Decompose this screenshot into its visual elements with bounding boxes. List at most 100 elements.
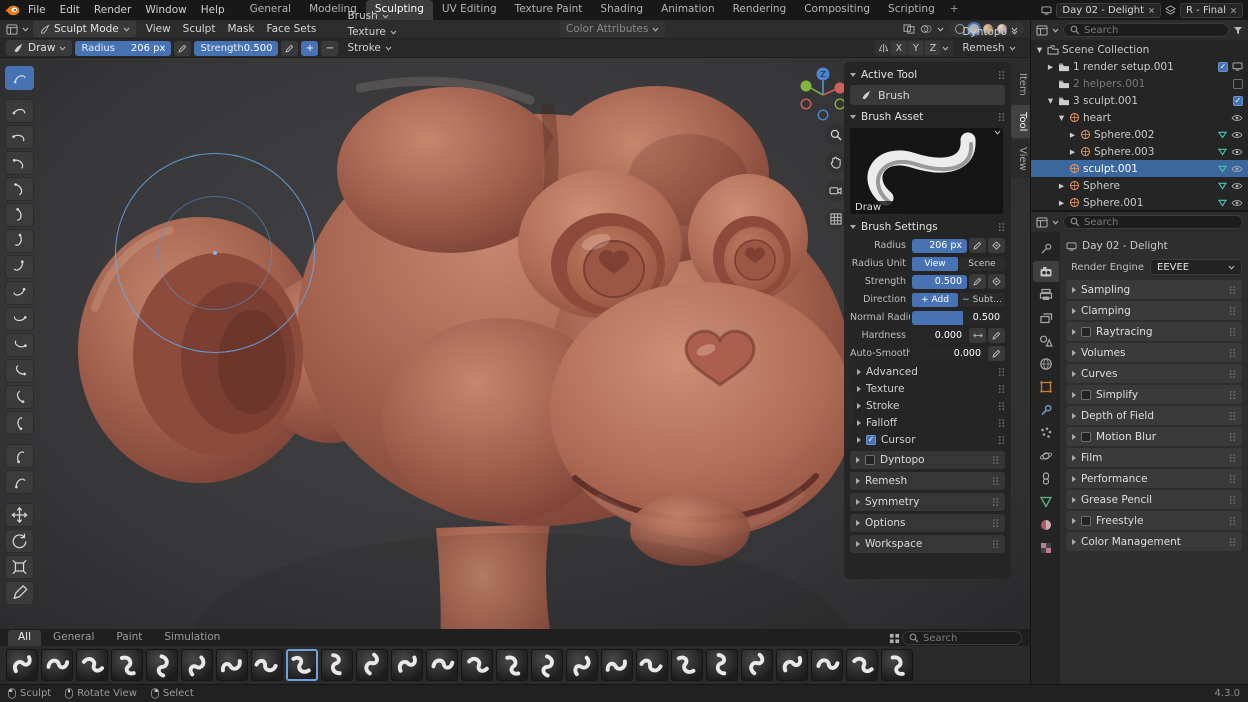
viewport-menu-sculpt[interactable]: Sculpt	[177, 22, 222, 36]
brush-thumbnail-9[interactable]	[286, 649, 318, 681]
drag-grip-icon[interactable]	[1229, 306, 1236, 316]
subsection-falloff[interactable]: Falloff	[850, 414, 1005, 431]
workspace-tab-compositing[interactable]: Compositing	[795, 0, 879, 20]
properties-section-raytracing[interactable]: Raytracing	[1066, 322, 1242, 341]
radius-slider[interactable]: Radius 206 px	[75, 41, 171, 56]
drag-grip-icon[interactable]	[992, 476, 999, 486]
section-brush-settings[interactable]: Brush Settings	[850, 218, 1005, 236]
properties-section-simplify[interactable]: Simplify	[1066, 385, 1242, 404]
brush-thumbnail-14[interactable]	[461, 649, 493, 681]
option-add[interactable]: + Add	[912, 293, 958, 307]
brush-thumbnail-20[interactable]	[671, 649, 703, 681]
slider-strength[interactable]: 0.500	[912, 275, 967, 289]
outliner-row-1-render-setup-001[interactable]: ▸1 render setup.001	[1031, 58, 1248, 75]
dropdown-remesh[interactable]: Remesh	[956, 40, 1024, 56]
brush-thumbnail-1[interactable]	[6, 649, 38, 681]
dropdown-brush[interactable]: Brush	[341, 8, 402, 24]
drag-grip-icon[interactable]	[1229, 495, 1236, 505]
workspace-tab-general[interactable]: General	[241, 0, 300, 20]
checkbox[interactable]	[866, 435, 876, 445]
properties-section-film[interactable]: Film	[1066, 448, 1242, 467]
outliner-row-sculpt-001[interactable]: sculpt.001	[1031, 160, 1248, 177]
slider-radius[interactable]: 206 px	[912, 239, 967, 253]
slider-normal-radius[interactable]: 0.500	[912, 311, 1005, 325]
scene-selector[interactable]: Day 02 - Delight	[1056, 3, 1161, 18]
expand-toggle[interactable]: ▸	[1057, 197, 1066, 209]
overlays-icon[interactable]	[920, 24, 932, 34]
pen-button[interactable]	[969, 238, 986, 253]
panel-section-workspace[interactable]: Workspace	[850, 535, 1005, 553]
slider-auto-smooth[interactable]: 0.000	[912, 347, 986, 361]
properties-tab-modifiers[interactable]	[1033, 399, 1059, 420]
drag-grip-icon[interactable]	[998, 418, 1005, 428]
drag-grip-icon[interactable]	[998, 367, 1005, 377]
expand-toggle[interactable]: ▾	[1057, 112, 1066, 124]
tablet-button[interactable]	[988, 238, 1005, 253]
xray-toggle-icon[interactable]	[903, 24, 915, 34]
mode-selector[interactable]: Sculpt Mode	[33, 21, 136, 37]
brush-thumbnail-3[interactable]	[76, 649, 108, 681]
workspace-tab-rendering[interactable]: Rendering	[724, 0, 796, 20]
drag-grip-icon[interactable]	[1229, 411, 1236, 421]
properties-section-grease-pencil[interactable]: Grease Pencil	[1066, 490, 1242, 509]
properties-section-sampling[interactable]: Sampling	[1066, 280, 1242, 299]
sidebar-tab-item[interactable]: Item	[1011, 66, 1030, 103]
drag-grip-icon[interactable]	[1229, 474, 1236, 484]
section-brush-asset[interactable]: Brush Asset	[850, 108, 1005, 126]
brush-thumbnail-13[interactable]	[426, 649, 458, 681]
properties-tab-object[interactable]	[1033, 376, 1059, 397]
drag-grip-icon[interactable]	[998, 70, 1005, 80]
expand-toggle[interactable]: ▾	[1046, 95, 1055, 107]
active-tool-brush[interactable]: Brush	[850, 85, 1005, 105]
tool-draw[interactable]	[5, 66, 34, 90]
tool-annotate[interactable]	[5, 581, 34, 605]
drag-grip-icon[interactable]	[1229, 348, 1236, 358]
hand-button[interactable]	[825, 152, 846, 173]
render-engine-dropdown[interactable]: EEVEE	[1150, 259, 1242, 275]
eye-icon[interactable]	[1231, 131, 1243, 139]
brush-thumbnail-15[interactable]	[496, 649, 528, 681]
brush-thumbnail-5[interactable]	[146, 649, 178, 681]
close-icon[interactable]	[1148, 7, 1155, 14]
grid-button[interactable]	[825, 208, 846, 229]
tool-crease[interactable]	[5, 229, 34, 253]
tablet-button[interactable]	[988, 274, 1005, 289]
properties-tab-data[interactable]	[1033, 491, 1059, 512]
brush-thumbnail-26[interactable]	[881, 649, 913, 681]
tool-inflate[interactable]	[5, 203, 34, 227]
brush-thumbnail-4[interactable]	[111, 649, 143, 681]
properties-tab-view-layer[interactable]	[1033, 307, 1059, 328]
expand-toggle[interactable]: ▾	[1035, 44, 1044, 56]
menu-edit[interactable]: Edit	[53, 2, 87, 18]
eye-icon[interactable]	[1231, 148, 1243, 156]
nodes-icon[interactable]	[1218, 199, 1227, 207]
chevron-down-icon[interactable]	[994, 130, 1001, 135]
checkbox[interactable]	[1233, 79, 1243, 89]
expand-toggle[interactable]: ▸	[1046, 61, 1055, 73]
brush-thumbnail-22[interactable]	[741, 649, 773, 681]
properties-tab-material[interactable]	[1033, 514, 1059, 535]
view-layer-selector[interactable]: R - Final	[1180, 3, 1243, 18]
nodes-icon[interactable]	[1218, 148, 1227, 156]
properties-section-curves[interactable]: Curves	[1066, 364, 1242, 383]
properties-section-color-management[interactable]: Color Management	[1066, 532, 1242, 551]
menu-render[interactable]: Render	[87, 2, 138, 18]
menu-window[interactable]: Window	[138, 2, 193, 18]
subsection-texture[interactable]: Texture	[850, 380, 1005, 397]
drag-grip-icon[interactable]	[1229, 390, 1236, 400]
workspace-tab-animation[interactable]: Animation	[652, 0, 724, 20]
outliner-row-2-helpers-001[interactable]: 2 helpers.001	[1031, 75, 1248, 92]
properties-section-motion-blur[interactable]: Motion Blur	[1066, 427, 1242, 446]
tool-flatten[interactable]	[5, 281, 34, 305]
option-subt[interactable]: − Subt...	[959, 293, 1005, 307]
properties-tab-constraints[interactable]	[1033, 468, 1059, 489]
radius-pressure-button[interactable]	[174, 41, 191, 56]
expand-toggle[interactable]: ▸	[1057, 180, 1066, 192]
tool-transform[interactable]	[5, 555, 34, 579]
drag-grip-icon[interactable]	[998, 112, 1005, 122]
nodes-icon[interactable]	[1218, 165, 1227, 173]
direction-subtract-button[interactable]: −	[321, 41, 338, 56]
drag-grip-icon[interactable]	[998, 435, 1005, 445]
workspace-tab-texture-paint[interactable]: Texture Paint	[506, 0, 592, 20]
shelf-tab-paint[interactable]: Paint	[106, 630, 152, 646]
